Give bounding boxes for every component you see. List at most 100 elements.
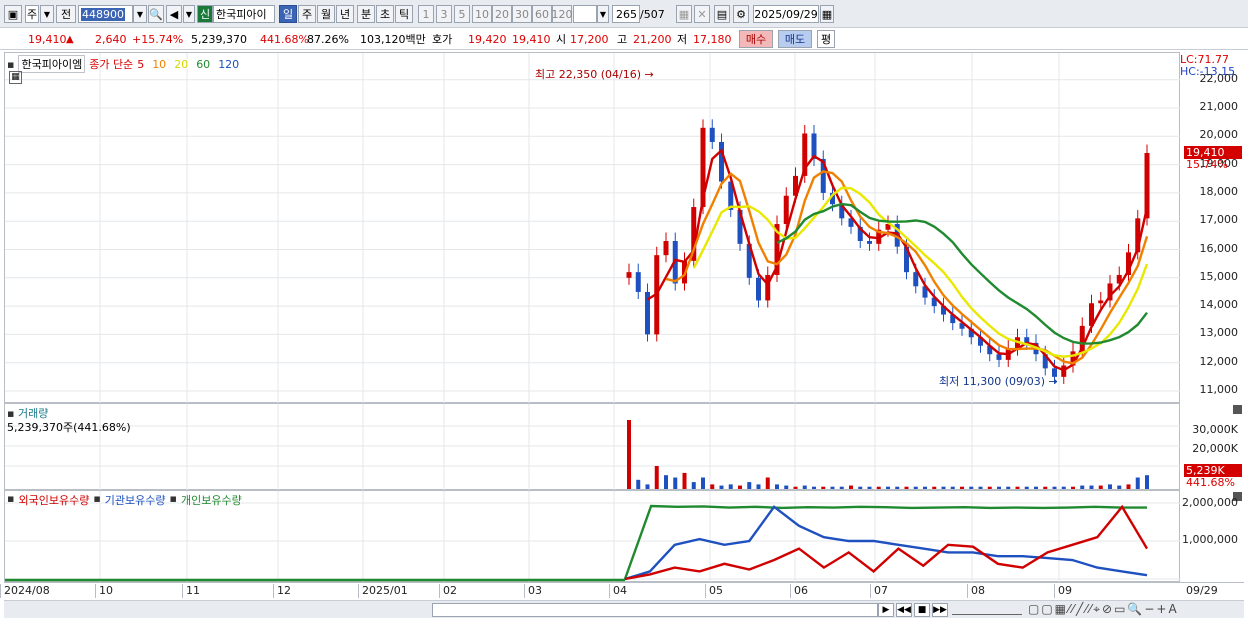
save-icon[interactable]: ▤ [714,5,730,23]
code-dropdown-icon[interactable]: ▼ [133,5,147,23]
x-sep [1054,584,1055,598]
scroll-right-icon[interactable]: ▶ [878,603,894,617]
x-label: 11 [186,584,200,597]
volume-bar [784,485,789,489]
price-grid [5,53,1181,404]
volume-bar [1043,486,1048,489]
min-10[interactable]: 10 [472,5,492,23]
search-icon[interactable]: 🔍 [148,5,164,23]
volume-bar [691,482,696,489]
volume-bar [1108,484,1112,489]
stock-name-field[interactable]: 한국피아이 [213,5,275,23]
date-input[interactable]: 2025/09/29 [753,5,819,23]
stop-icon[interactable]: ■ [914,603,930,617]
speaker-icon[interactable]: ◀ [166,5,182,23]
market-select[interactable]: 주 [25,5,39,23]
buy-button[interactable]: 매수 [739,30,773,48]
volume-bar [1098,485,1103,489]
candle-body [783,195,789,225]
volume-bar [682,472,687,489]
period-week[interactable]: 주 [298,5,316,23]
period-second[interactable]: 초 [376,5,394,23]
period-month[interactable]: 월 [317,5,335,23]
speaker-dropdown-icon[interactable]: ▼ [183,5,195,23]
zoom-slider[interactable] [952,605,1022,615]
period-tick[interactable]: 틱 [395,5,413,23]
ma-legend-prefix: 종가 단순 [89,58,134,71]
volume-bar [950,486,955,489]
price-axis: LC:71.77 HC:-13.15 22,000 21,000 20,000 19,… [1180,52,1244,403]
min-30-label: 30 [515,7,529,21]
volume-bar [1080,485,1085,489]
right-arrow-icon: → [644,68,654,81]
gear-icon[interactable]: ⚙ [733,5,749,23]
rewind-icon[interactable]: ◀◀ [896,603,912,617]
volume-panel[interactable]: ▪ 거래량 5,239,370주(441.68%) [4,403,1181,491]
market-dropdown-icon[interactable]: ▼ [40,5,54,23]
bid-price: 19,410 [512,32,551,46]
panel-bullet-icon: ▪ [7,57,15,71]
x-sep [705,584,706,598]
x-label: 09/29 [1186,584,1218,597]
fast-forward-icon[interactable]: ▶▶ [932,603,948,617]
crosshair-icon[interactable]: ✕ [694,5,710,23]
code-input[interactable]: 448900 [78,5,133,23]
custom-period-dropdown-icon[interactable]: ▼ [597,5,609,23]
volume-chart [5,404,1181,491]
volume-bar [1006,486,1011,489]
volume-bar [886,486,890,489]
count-total: /507 [640,8,665,21]
min-120[interactable]: 120 [551,5,573,23]
custom-period-input[interactable] [573,5,597,23]
min-3[interactable]: 3 [436,5,452,23]
vol-tick-20000k: 20,000K [1192,442,1238,455]
volume-bar [1135,477,1140,489]
min-60[interactable]: 60 [532,5,552,23]
volume-bar [664,475,668,489]
x-label: 08 [971,584,985,597]
table-icon[interactable]: ▦ [9,71,22,84]
grid-icon[interactable]: ▦ [676,5,692,23]
holdings-lines [5,504,1149,582]
min-1[interactable]: 1 [418,5,434,23]
calendar-icon[interactable]: ▦ [820,5,834,23]
period-year[interactable]: 년 [336,5,354,23]
drawing-tools[interactable]: ▢▢▦⁄⁄╱⁄⁄⌖⊘▭🔍−+A [1028,602,1179,617]
x-sep [524,584,525,598]
volume-bar [1034,486,1038,489]
min-20-label: 20 [495,7,509,21]
count-value: 265 [616,7,637,21]
ma20-label: 20 [174,57,189,71]
holdings-panel[interactable]: ▪ 외국인보유수량 ▪ 기관보유수량 ▪ 개인보유수량 [4,490,1181,583]
foreign-holding-label: 외국인보유수량 [18,494,90,507]
period-second-label: 초 [379,8,391,21]
candles [626,119,1150,384]
volume-bar [1071,486,1075,489]
x-sep [967,584,968,598]
period-day[interactable]: 일 [279,5,297,23]
avg-button[interactable]: 평 [817,30,835,48]
volume-bar [627,420,631,489]
new-badge: 신 [197,5,213,23]
min-20[interactable]: 20 [492,5,512,23]
market-label: 주 [26,8,38,21]
price-panel[interactable]: ▪ 한국피아이엠 종가 단순 5 10 20 60 120 ▦ 최고 22,35… [4,52,1181,404]
up-arrow-icon: ▲ [66,33,74,45]
min-120-label: 120 [551,7,573,21]
prev-button[interactable]: 전 [56,5,76,23]
volume-close-icon[interactable] [1233,405,1242,414]
x-sep [358,584,359,598]
period-minute[interactable]: 분 [357,5,375,23]
sell-button[interactable]: 매도 [778,30,812,48]
volume-grid [5,404,1181,491]
scroll-thumb[interactable] [432,603,878,617]
count-input[interactable]: 265 [612,5,640,23]
x-label: 12 [277,584,291,597]
price-tick: 16,000 [1199,241,1239,255]
price-tick: 12,000 [1199,354,1239,368]
price-legend: ▪ 한국피아이엠 종가 단순 5 10 20 60 120 [7,55,239,73]
stock-label[interactable]: 한국피아이엠 [18,55,86,73]
min-30[interactable]: 30 [512,5,532,23]
min-5[interactable]: 5 [454,5,470,23]
window-menu-icon[interactable]: ▣ [4,5,22,23]
